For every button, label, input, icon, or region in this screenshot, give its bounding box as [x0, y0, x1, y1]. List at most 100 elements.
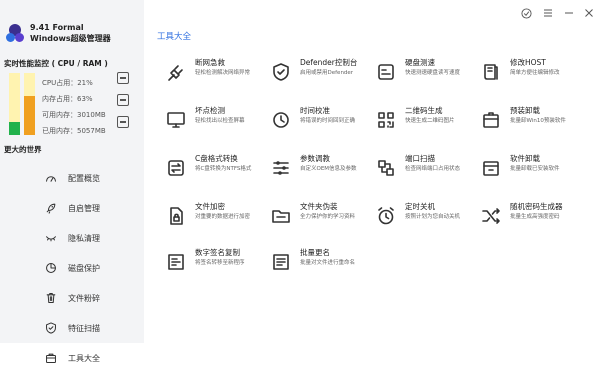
- tool-description: 按照计划为您自动关机: [405, 214, 461, 220]
- tool-description: 批量生成高强度密码: [510, 214, 560, 220]
- tool-name: 文件加密: [195, 202, 225, 211]
- tool-item[interactable]: Defender控制台 启用或禁用Defender: [270, 58, 374, 98]
- tool-description: 将C盘转换为NTFS格式: [195, 166, 252, 172]
- tool-item[interactable]: 参数调教 自定义OEM信息及参数: [270, 154, 374, 194]
- app-version: 9.41 Formal: [30, 23, 84, 32]
- sidebar-item-label: 工具大全: [68, 353, 100, 363]
- signature-icon: [165, 251, 187, 273]
- mem-bar: [24, 73, 35, 135]
- sidebar-item-label: 自启管理: [68, 203, 100, 213]
- tool-item[interactable]: 定时关机 按照计划为您自动关机: [375, 202, 479, 242]
- tool-name: 坏点检测: [195, 106, 225, 115]
- monitor-stats: CPU占用：21% 内存占用：63% 可用内存：3010MB 已用内存：5057…: [42, 78, 106, 142]
- sidebar-item-1[interactable]: 自启管理: [0, 193, 144, 223]
- shield-icon: [44, 321, 58, 335]
- shuffle-icon: [480, 205, 502, 227]
- tool-description: 快速测速硬盘读写速度: [405, 70, 461, 76]
- close-icon[interactable]: [582, 6, 596, 20]
- sidebar-item-label: 配置概览: [68, 173, 100, 183]
- tool-item[interactable]: 文件加密对重要的数据进行加密: [165, 202, 269, 242]
- tool-item[interactable]: 硬盘测速快速测速硬盘读写速度: [375, 58, 479, 98]
- monitor-title: 实时性能监控 ( CPU / RAM ): [4, 59, 108, 68]
- tool-name: 断网急救: [195, 58, 225, 67]
- tool-description: 将签名转移至新程序: [195, 260, 245, 266]
- sidebar-item-label: 文件粉碎: [68, 293, 100, 303]
- tool-name: 批量更名: [300, 248, 330, 257]
- sliders-icon: [270, 157, 292, 179]
- minimize-icon[interactable]: [562, 6, 576, 20]
- tool-description: 批量卸载已安装软件: [510, 166, 560, 172]
- pie-chart-icon: [44, 261, 58, 275]
- tool-item[interactable]: 端口扫描 检查网络端口占用状态: [375, 154, 479, 194]
- folder-icon: [270, 205, 292, 227]
- tool-name: 数字签名复制: [195, 248, 240, 257]
- tool-item[interactable]: 二维码生成快速生成二维码图片: [375, 106, 479, 146]
- tool-description: 快速生成二维码图片: [405, 118, 455, 124]
- tool-item[interactable]: 时间校准将错误的时间回到正确: [270, 106, 374, 146]
- tool-description: 简单方便往编辑修改: [510, 70, 560, 76]
- tool-description: 对重要的数据进行加密: [195, 214, 251, 220]
- sidebar-item-label: 隐私清理: [68, 233, 100, 243]
- tool-name: 二维码生成: [405, 106, 443, 115]
- qrcode-icon: [375, 109, 397, 131]
- menu-icon[interactable]: [541, 6, 555, 20]
- tool-item[interactable]: 数字签名复制 将签名转移至新程序: [165, 248, 269, 288]
- briefcase-icon: [44, 351, 58, 365]
- tool-description: 自定义OEM信息及参数: [300, 166, 357, 172]
- book-icon: [480, 61, 502, 83]
- rocket-icon: [44, 201, 58, 215]
- tool-item[interactable]: 坏点检测轻松找出以检查屏幕: [165, 106, 269, 146]
- tool-description: 批量卸Win10预装软件: [510, 118, 566, 124]
- tool-name: 时间校准: [300, 106, 330, 115]
- shield-icon: [270, 61, 292, 83]
- eye-closed-icon: [44, 231, 58, 245]
- tool-item[interactable]: 预装卸载批量卸Win10预装软件: [480, 106, 584, 146]
- gauge-icon: [44, 171, 58, 185]
- sidebar-item-3[interactable]: 磁盘保护: [0, 253, 144, 283]
- world-title: 更大的世界: [4, 145, 42, 154]
- sidebar: 9.41 Formal Windows超级管理器 实时性能监控 ( CPU / …: [0, 0, 144, 369]
- tool-item[interactable]: 批量更名批量对文件进行重命名: [270, 248, 374, 288]
- tool-name: 修改HOST: [510, 58, 546, 67]
- rename-icon: [270, 251, 292, 273]
- clock-icon: [270, 109, 292, 131]
- sidebar-item-5[interactable]: 特征扫描: [0, 313, 144, 343]
- tool-name: 随机密码生成器: [510, 202, 563, 211]
- brand: 9.41 Formal Windows超级管理器: [6, 22, 111, 44]
- network-icon: [375, 157, 397, 179]
- tool-item[interactable]: 文件夹伪装 全力保护你的学习资料: [270, 202, 374, 242]
- used-memory: 已用内存：5057MB: [42, 127, 106, 135]
- tool-name: 硬盘测速: [405, 58, 435, 67]
- usage-bars: [9, 73, 35, 135]
- convert-icon: [165, 157, 187, 179]
- tool-description: 全力保护你的学习资料: [300, 214, 356, 220]
- tool-description: 将错误的时间回到正确: [300, 118, 356, 124]
- image-icon[interactable]: [117, 72, 129, 84]
- available-memory: 可用内存：3010MB: [42, 111, 106, 119]
- cpu-usage: CPU占用：21%: [42, 79, 93, 87]
- tool-item[interactable]: 断网急救轻松检测解决网络异常: [165, 58, 269, 98]
- lock-file-icon: [165, 205, 187, 227]
- tool-description: 轻松检测解决网络异常: [195, 70, 251, 76]
- page-title: 工具大全: [157, 32, 192, 42]
- check-circle-icon[interactable]: [519, 6, 533, 20]
- tool-name: 预装卸载: [510, 106, 540, 115]
- tool-item[interactable]: 软件卸载 批量卸载已安装软件: [480, 154, 584, 194]
- task-icon[interactable]: [117, 116, 129, 128]
- app-logo: [6, 24, 24, 42]
- tool-item[interactable]: 修改HOST 简单方便往编辑修改: [480, 58, 584, 98]
- trash-icon: [44, 291, 58, 305]
- tool-item[interactable]: 随机密码生成器 批量生成高强度密码: [480, 202, 584, 242]
- package-icon: [480, 109, 502, 131]
- sidebar-item-6[interactable]: 工具大全: [0, 343, 144, 369]
- sidebar-item-0[interactable]: 配置概览: [0, 163, 144, 193]
- sidebar-item-2[interactable]: 隐私清理: [0, 223, 144, 253]
- image-icon[interactable]: [117, 94, 129, 106]
- tool-name: 端口扫描: [405, 154, 435, 163]
- disk-icon: [375, 61, 397, 83]
- tool-item[interactable]: C盘格式转换 将C盘转换为NTFS格式: [165, 154, 269, 194]
- sidebar-item-4[interactable]: 文件粉碎: [0, 283, 144, 313]
- tool-description: 批量对文件进行重命名: [300, 260, 356, 266]
- sidebar-nav: 配置概览自启管理隐私清理磁盘保护文件粉碎特征扫描工具大全: [0, 163, 144, 369]
- tool-description: 轻松找出以检查屏幕: [195, 118, 245, 124]
